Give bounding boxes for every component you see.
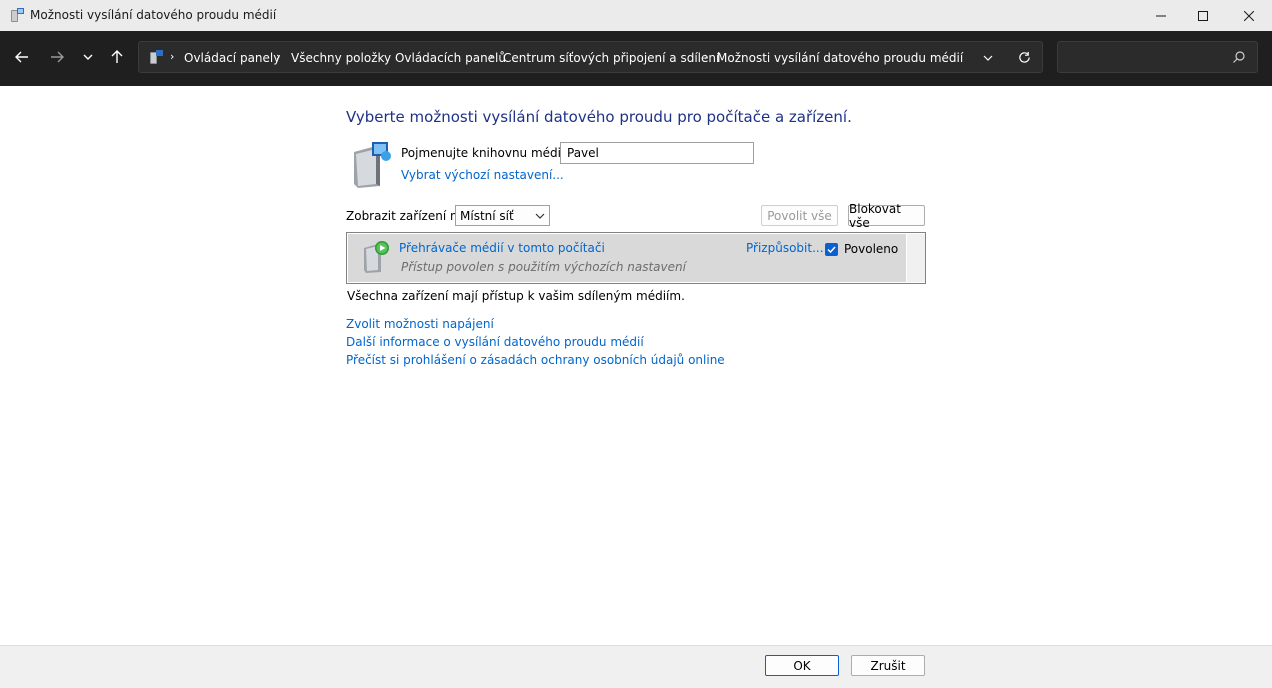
breadcrumb-separator-icon: ›	[704, 50, 709, 63]
power-options-link[interactable]: Zvolit možnosti napájení	[346, 317, 494, 331]
cancel-button[interactable]: Zrušit	[851, 655, 925, 676]
minimize-button[interactable]	[1138, 0, 1184, 31]
window-title: Možnosti vysílání datového proudu médií	[30, 8, 277, 22]
list-item[interactable]: Přehrávače médií v tomto počítači Přístu…	[348, 234, 906, 282]
close-icon	[1244, 10, 1254, 21]
show-devices-select[interactable]: Místní síť	[455, 205, 550, 226]
address-bar[interactable]: › Ovládací panely › Všechny položky Ovlá…	[138, 41, 1043, 73]
checkmark-icon	[827, 246, 836, 254]
refresh-icon[interactable]	[1018, 51, 1031, 64]
allow-all-button[interactable]: Povolit vše	[761, 205, 838, 226]
breadcrumb-separator-icon: ›	[489, 50, 494, 63]
page-title: Vyberte možnosti vysílání datového proud…	[346, 108, 852, 126]
media-streaming-icon	[11, 8, 24, 22]
breadcrumb-network-center[interactable]: Centrum síťových připojení a sdílení	[503, 51, 719, 65]
arrow-up-icon	[111, 50, 123, 63]
control-panel-icon	[150, 50, 163, 64]
recent-locations-button[interactable]	[74, 43, 102, 71]
search-input[interactable]	[1064, 48, 1228, 68]
device-list: Přehrávače médií v tomto počítači Přístu…	[346, 232, 926, 284]
dialog-footer: OK Zrušit	[0, 645, 1272, 688]
scrollbar[interactable]	[907, 234, 925, 282]
show-devices-value: Místní síť	[460, 209, 514, 223]
library-name-label: Pojmenujte knihovnu médií:	[401, 146, 569, 160]
chevron-down-icon	[83, 54, 93, 60]
forward-button[interactable]	[43, 43, 71, 71]
breadcrumb-all-items[interactable]: Všechny položky Ovládacích panelů	[291, 51, 506, 65]
library-name-input[interactable]	[560, 142, 754, 164]
more-info-link[interactable]: Další informace o vysílání datového prou…	[346, 335, 644, 349]
breadcrumb-control-panel[interactable]: Ovládací panely	[184, 51, 280, 65]
arrow-left-icon	[15, 51, 28, 63]
device-name[interactable]: Přehrávače médií v tomto počítači	[399, 241, 605, 255]
chevron-down-icon[interactable]	[983, 53, 993, 63]
maximize-button[interactable]	[1180, 0, 1226, 31]
navigation-bar: › Ovládací panely › Všechny položky Ovlá…	[0, 31, 1272, 86]
ok-button[interactable]: OK	[765, 655, 839, 676]
device-status: Přístup povolen s použitím výchozích nas…	[401, 260, 686, 274]
show-devices-label: Zobrazit zařízení na:	[346, 209, 469, 223]
maximize-icon	[1198, 10, 1208, 21]
breadcrumb-separator-icon: ›	[170, 50, 175, 63]
close-button[interactable]	[1226, 0, 1272, 31]
arrow-right-icon	[51, 51, 64, 63]
privacy-statement-link[interactable]: Přečíst si prohlášení o zásadách ochrany…	[346, 353, 725, 367]
breadcrumb-media-streaming[interactable]: Možnosti vysílání datového proudu médií	[717, 51, 963, 65]
title-bar: Možnosti vysílání datového proudu médií	[0, 0, 1272, 31]
up-button[interactable]	[103, 43, 131, 71]
block-all-button[interactable]: Blokovat vše	[848, 202, 925, 230]
customize-link[interactable]: Přizpůsobit...	[746, 241, 824, 255]
back-button[interactable]	[8, 43, 36, 71]
chevron-down-icon	[535, 213, 545, 219]
media-player-device-icon	[364, 241, 389, 273]
summary-text: Všechna zařízení mají přístup k vašim sd…	[347, 289, 685, 303]
content-area: Vyberte možnosti vysílání datového proud…	[0, 86, 1272, 645]
search-box[interactable]	[1057, 41, 1258, 73]
allowed-checkbox[interactable]	[825, 243, 838, 256]
media-library-icon	[354, 142, 391, 188]
minimize-icon	[1156, 15, 1166, 16]
search-icon[interactable]	[1233, 51, 1245, 63]
breadcrumb-separator-icon: ›	[276, 50, 281, 63]
choose-defaults-link[interactable]: Vybrat výchozí nastavení...	[401, 168, 564, 182]
allowed-label: Povoleno	[844, 242, 899, 256]
